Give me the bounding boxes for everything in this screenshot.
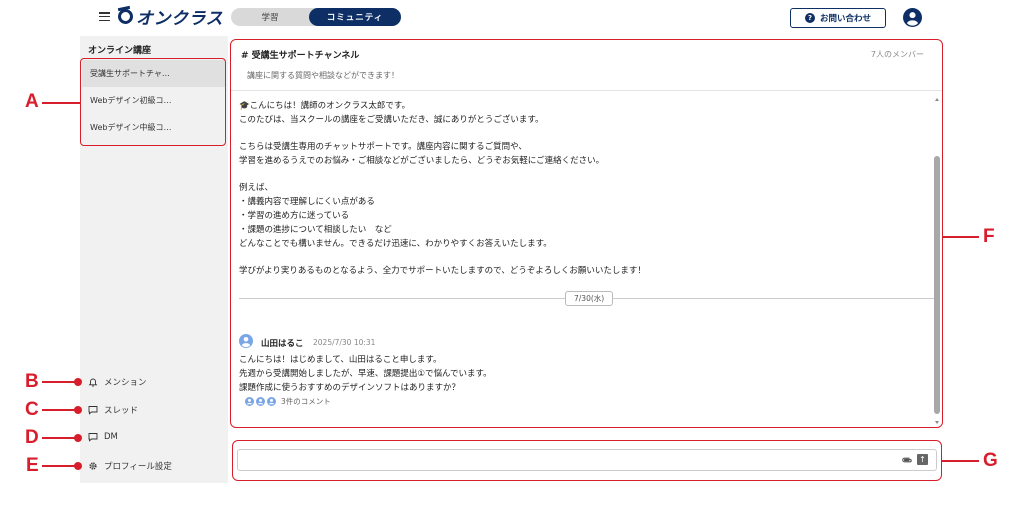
thread-comments-link[interactable]: 3件のコメント	[245, 396, 331, 407]
divider	[231, 90, 942, 91]
send-icon[interactable]: ↑	[917, 454, 928, 465]
composer: ↑	[232, 440, 942, 481]
callout-label-a: A	[25, 91, 39, 112]
sidebar-item-profile-settings[interactable]: プロフィール設定	[88, 460, 172, 472]
date-divider: 7/30(水)	[565, 291, 614, 306]
callout-dot-d	[74, 434, 82, 442]
avatar[interactable]	[239, 334, 253, 348]
scrollbar[interactable]	[934, 98, 940, 424]
callout-label-b: B	[25, 371, 39, 392]
logo-text: オンクラス	[136, 8, 224, 29]
sidebar-item-label: DM	[104, 432, 118, 442]
commenter-avatar-icon	[267, 397, 276, 406]
pinned-message-line: 学びがより実りあるものとなるよう、全力でサポートいたしますので、どうぞよろしくお…	[239, 266, 646, 276]
hamburger-menu-icon[interactable]	[99, 12, 110, 22]
pinned-message-line: ・学習の進め方に迷っている	[239, 211, 350, 221]
callout-label-d: D	[25, 427, 39, 448]
sidebar-item-label: メンション	[104, 378, 147, 388]
callout-line-e	[42, 465, 76, 467]
callout-dot-b	[74, 378, 82, 386]
sidebar-title: オンライン講座	[88, 46, 152, 56]
pinned-message-line: ・講義内容で理解しにくい点がある	[239, 197, 375, 207]
gear-icon	[89, 462, 97, 470]
channel-name: # 受講生サポートチャンネル	[241, 51, 360, 61]
post-text-line: こんにちは！はじめまして、山田はること申します。	[239, 355, 442, 365]
comment-count: 3件のコメント	[281, 397, 331, 406]
callout-line-d	[42, 437, 76, 439]
speech-bubble-icon	[88, 406, 98, 415]
logo-mark-icon	[118, 8, 133, 24]
callout-box-a	[80, 58, 226, 146]
channel-description: 講座に関する質問や相談などができます！	[247, 71, 399, 80]
paperclip-icon[interactable]	[901, 456, 913, 464]
scroll-thumb[interactable]	[934, 156, 940, 414]
sidebar-item-label: プロフィール設定	[104, 462, 172, 472]
callout-line-a	[42, 102, 80, 104]
pinned-message-line: ・課題の進捗について相談したい など	[239, 225, 392, 235]
callout-label-c: C	[25, 399, 39, 420]
callout-line-b	[42, 381, 76, 383]
bell-icon	[88, 378, 98, 387]
callout-line-g	[942, 460, 979, 462]
callout-dot-c	[74, 406, 82, 414]
speech-bubble-icon	[88, 433, 98, 442]
post-timestamp: 2025/7/30 10:31	[313, 338, 376, 347]
scroll-up-arrow-icon[interactable]	[935, 98, 939, 101]
contact-button[interactable]: ? お問い合わせ	[790, 8, 886, 28]
message-input[interactable]	[237, 449, 937, 471]
callout-line-f	[943, 236, 979, 238]
post-text-line: 先週から受講開始しましたが、早速、課題提出①で悩んでいます。	[239, 369, 492, 379]
tab-community[interactable]: コミュニティ	[309, 8, 401, 26]
commenter-avatar-icon	[256, 397, 265, 406]
commenter-avatar-icon	[245, 397, 254, 406]
callout-line-c	[42, 409, 76, 411]
scroll-down-arrow-icon[interactable]	[935, 421, 939, 424]
post-text-line: 課題作成に使うおすすめのデザインソフトはありますか？	[239, 383, 461, 393]
contact-button-label: お問い合わせ	[819, 14, 871, 24]
pinned-message-line: 学習を進めるうえでのお悩み・ご相談などがございましたら、どうぞお気軽にご連絡くだ…	[239, 156, 605, 166]
post-author[interactable]: 山田はるこ	[261, 337, 304, 349]
callout-label-g: G	[983, 450, 998, 471]
question-icon: ?	[804, 13, 815, 23]
tab-learning[interactable]: 学習	[231, 8, 309, 26]
member-count[interactable]: 7人のメンバー	[871, 49, 924, 60]
pinned-message-line: 🎓こんにちは！講師のオンクラス太郎です。	[239, 101, 411, 111]
sidebar-item-threads[interactable]: スレッド	[88, 404, 138, 416]
user-account-icon[interactable]	[903, 8, 922, 27]
sidebar-item-label: スレッド	[104, 406, 139, 416]
logo[interactable]: オンクラス	[118, 5, 224, 29]
pinned-message-line: このたびは、当スクールの講座をご受講いただき、誠にありがとうございます。	[239, 115, 544, 125]
sidebar-item-dm[interactable]: DM	[88, 432, 118, 442]
pinned-message-line: 例えば、	[239, 183, 274, 193]
channel-panel: # 受講生サポートチャンネル 7人のメンバー 講座に関する質問や相談などができま…	[230, 39, 943, 428]
callout-dot-e	[74, 462, 82, 470]
message-list: 🎓こんにちは！講師のオンクラス太郎です。 このたびは、当スクールの講座をご受講い…	[239, 95, 936, 425]
callout-label-e: E	[26, 455, 39, 476]
mode-toggle: 学習 コミュニティ	[231, 8, 401, 26]
sidebar-item-mentions[interactable]: メンション	[88, 376, 147, 388]
callout-label-f: F	[983, 226, 995, 247]
pinned-message-line: どんなことでも構いません。できるだけ迅速に、わかりやすくお答えいたします。	[239, 239, 552, 249]
pinned-message-line: こちらは受講生専用のチャットサポートです。講座内容に関するご質問や、	[239, 142, 527, 152]
